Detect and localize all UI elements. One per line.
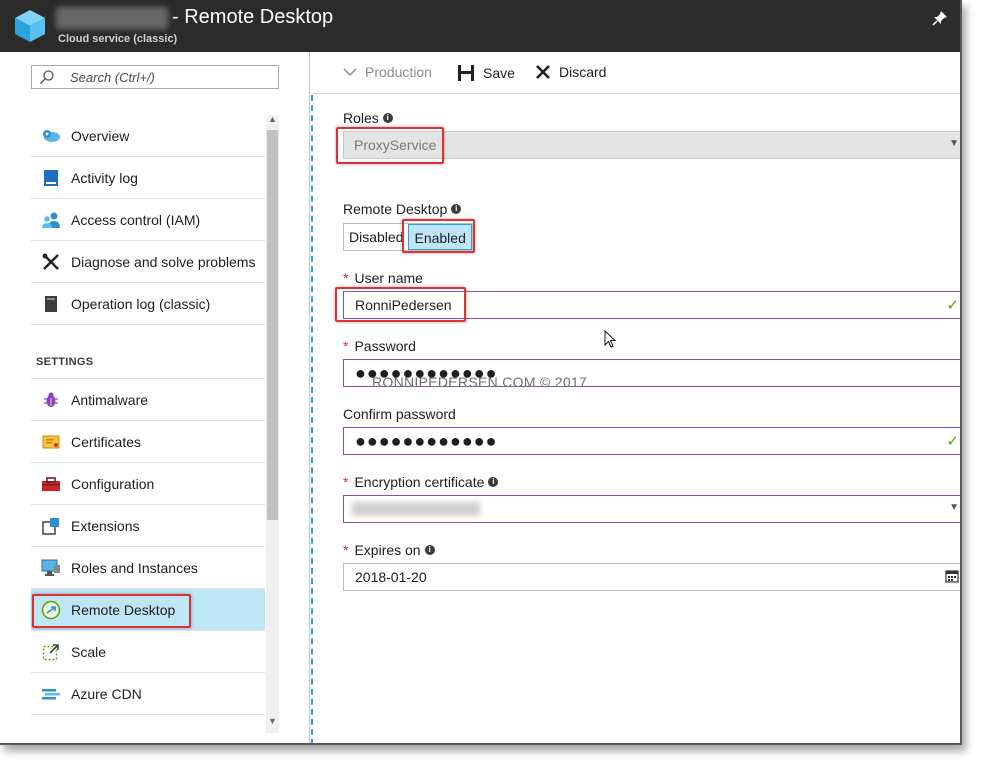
search-input[interactable]: Search (Ctrl+/) (31, 65, 279, 89)
info-icon[interactable]: i (382, 113, 393, 123)
highlight-username (335, 287, 466, 322)
remote-desktop-label: Remote Desktop i (343, 201, 462, 217)
required-asterisk: * (343, 270, 349, 286)
resource-menu: Search (Ctrl+/) Overview Activity log Ac… (0, 52, 310, 743)
scale-icon (31, 643, 71, 661)
valid-check-icon: ✓ (946, 433, 959, 450)
info-icon[interactable]: i (488, 477, 499, 487)
roles-label: Roles i (343, 110, 393, 126)
chevron-down-icon (343, 68, 357, 77)
resource-name-blurred (56, 7, 168, 29)
required-asterisk: * (343, 338, 349, 354)
menu-item-operation-log[interactable]: Operation log (classic) (31, 283, 265, 325)
scroll-down-arrow-icon[interactable]: ▼ (266, 716, 279, 730)
menu-item-extensions[interactable]: Extensions (31, 505, 265, 547)
certificate-icon (31, 434, 71, 450)
log-book-icon (31, 169, 71, 187)
menu-item-roles-instances[interactable]: Roles and Instances (31, 547, 265, 589)
command-bar: Production Save Discard (311, 52, 960, 94)
users-icon (31, 211, 71, 229)
portal-window: - Remote Desktop Cloud service (classic)… (0, 0, 962, 745)
encryption-certificate-dropdown[interactable]: ▼ (343, 495, 960, 523)
blade-subtitle: Cloud service (classic) (58, 33, 178, 45)
highlight-enabled (402, 219, 475, 253)
required-asterisk: * (343, 542, 349, 558)
blade-header: - Remote Desktop Cloud service (classic) (0, 0, 960, 52)
chevron-down-icon: ▼ (949, 502, 959, 513)
menu-item-antimalware[interactable]: Antimalware (31, 379, 265, 421)
puzzle-icon (31, 517, 71, 535)
certificate-value-blurred (352, 502, 480, 516)
expires-on-date-field[interactable]: 2018-01-20 (343, 563, 960, 591)
username-label: * User name (343, 270, 423, 286)
menu-scrollbar-thumb[interactable] (267, 130, 278, 520)
save-button[interactable]: Save (457, 64, 515, 82)
blade-title: - Remote Desktop (172, 6, 334, 28)
info-icon[interactable]: i (451, 204, 462, 214)
save-icon (458, 65, 474, 81)
search-icon (40, 70, 54, 84)
cloud-gear-icon (31, 128, 71, 144)
production-button[interactable]: Production (343, 64, 432, 80)
expires-on-label: * Expires on i (343, 542, 435, 558)
required-asterisk: * (343, 474, 349, 490)
menu-item-access-control[interactable]: Access control (IAM) (31, 199, 265, 241)
highlight-remote-desktop-menu (32, 594, 191, 628)
encryption-certificate-label: * Encryption certificate i (343, 474, 499, 490)
mouse-pointer-icon (604, 330, 616, 348)
info-icon[interactable]: i (424, 545, 435, 555)
menu-item-azure-cdn[interactable]: Azure CDN (31, 673, 265, 715)
tools-icon (31, 253, 71, 271)
highlight-roles (336, 127, 444, 164)
document-icon (31, 295, 71, 313)
chevron-down-icon: ▼ (949, 138, 959, 149)
toolbox-icon (31, 476, 71, 492)
valid-check-icon: ✓ (946, 297, 959, 314)
cdn-icon (31, 687, 71, 701)
menu-item-activity-log[interactable]: Activity log (31, 157, 265, 199)
watermark: RONNIPEDERSEN.COM © 2017 (372, 374, 588, 390)
remote-desktop-form: Roles i ProxyService ▼ Remote Desktop i … (311, 95, 960, 743)
monitor-icon (31, 559, 71, 577)
menu-item-configuration[interactable]: Configuration (31, 463, 265, 505)
discard-button[interactable]: Discard (535, 64, 606, 80)
settings-section-header: SETTINGS (31, 325, 265, 379)
pin-icon[interactable] (932, 10, 948, 26)
cloud-service-icon (15, 10, 45, 42)
close-icon (536, 65, 550, 79)
menu-item-diagnose[interactable]: Diagnose and solve problems (31, 241, 265, 283)
calendar-icon[interactable] (945, 569, 959, 583)
confirm-password-label: Confirm password (343, 406, 456, 422)
menu-item-overview[interactable]: Overview (31, 115, 265, 157)
password-label: * Password (343, 338, 416, 354)
confirm-password-field[interactable]: ●●●●●●●●●●●● ✓ (343, 427, 960, 455)
search-placeholder: Search (Ctrl+/) (70, 70, 155, 85)
scroll-up-arrow-icon[interactable]: ▲ (266, 114, 279, 128)
bug-icon (31, 391, 71, 409)
menu-item-certificates[interactable]: Certificates (31, 421, 265, 463)
toggle-disabled-option[interactable]: Disabled (344, 224, 408, 250)
menu-item-scale[interactable]: Scale (31, 631, 265, 673)
